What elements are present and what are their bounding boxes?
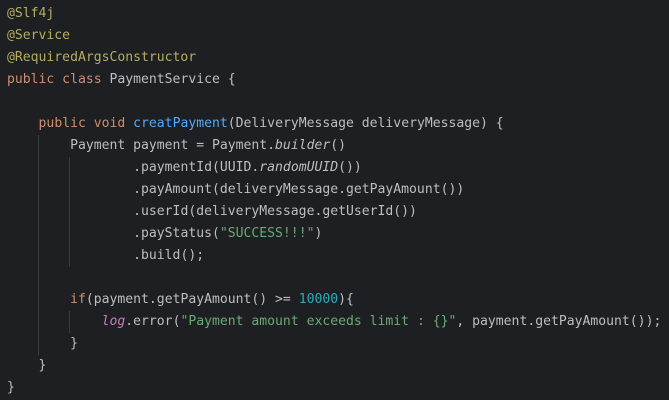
keyword-public-class: public class xyxy=(7,72,102,87)
brace-close-if: } xyxy=(70,336,78,351)
indent-guide xyxy=(69,245,70,267)
pay-status-call: .payStatus( xyxy=(133,226,220,241)
code-line-11: .payStatus("SUCCESS!!!") xyxy=(0,223,669,245)
indent-guide xyxy=(38,157,39,179)
code-line-12: .build(); xyxy=(0,245,669,267)
annotation-slf4j: @Slf4j xyxy=(7,6,55,21)
method-name-creat-payment: creatPayment xyxy=(133,116,228,131)
code-line-18: } xyxy=(0,377,669,399)
class-declaration: PaymentService { xyxy=(101,72,236,87)
code-line-14: if(payment.getPayAmount() >= 10000){ xyxy=(0,289,669,311)
code-line-3: @RequiredArgsConstructor xyxy=(0,47,669,69)
build-call: .build(); xyxy=(133,248,205,263)
random-uuid-call: randomUUID xyxy=(259,160,339,175)
annotation-required-args-constructor: @RequiredArgsConstructor xyxy=(7,50,197,65)
string-success: "SUCCESS!!!" xyxy=(219,226,315,241)
indent-guide xyxy=(38,289,39,311)
code-line-13-blank xyxy=(0,267,669,289)
parens: () xyxy=(330,138,347,153)
user-id-call: .userId(deliveryMessage.getUserId()) xyxy=(133,204,417,219)
method-params: (DeliveryMessage deliveryMessage) { xyxy=(227,116,504,131)
indent-guide xyxy=(69,223,70,245)
code-line-8: .paymentId(UUID.randomUUID()) xyxy=(0,157,669,179)
log-field: log xyxy=(101,314,126,329)
indent-guide xyxy=(38,201,39,223)
indent-guide xyxy=(69,201,70,223)
parens: ()) xyxy=(338,160,362,175)
error-args: , payment.getPayAmount()); xyxy=(456,314,662,329)
payment-decl: Payment payment = Payment. xyxy=(70,138,276,153)
keyword-public-void: public void xyxy=(38,116,126,131)
indent-guide xyxy=(38,267,39,289)
code-line-5-blank xyxy=(0,91,669,113)
string-error-message: "Payment amount exceeds limit : {}" xyxy=(180,314,457,329)
number-limit: 10000 xyxy=(298,292,339,307)
code-line-6: public void creatPayment(DeliveryMessage… xyxy=(0,113,669,135)
keyword-if: if xyxy=(70,292,86,307)
indent-guide xyxy=(38,333,39,355)
if-close: ){ xyxy=(338,292,354,307)
paren: ) xyxy=(314,226,323,241)
code-editor[interactable]: @Slf4j @Service @RequiredArgsConstructor… xyxy=(0,0,669,400)
code-line-2: @Service xyxy=(0,25,669,47)
code-line-16: } xyxy=(0,333,669,355)
code-line-17: } xyxy=(0,355,669,377)
code-line-10: .userId(deliveryMessage.getUserId()) xyxy=(0,201,669,223)
payment-id-call: .paymentId(UUID. xyxy=(133,160,260,175)
indent-guide xyxy=(38,223,39,245)
indent-guide xyxy=(69,311,70,333)
indent-guide xyxy=(38,311,39,333)
indent-guide xyxy=(38,135,39,157)
brace-close-method: } xyxy=(38,358,47,373)
indent-guide xyxy=(38,179,39,201)
builder-call: builder xyxy=(275,138,331,153)
code-line-1: @Slf4j xyxy=(0,3,669,25)
code-line-4: public class PaymentService { xyxy=(0,69,669,91)
indent-guide xyxy=(69,179,70,201)
error-call: .error( xyxy=(125,314,181,329)
pay-amount-call: .payAmount(deliveryMessage.getPayAmount(… xyxy=(133,182,465,197)
code-line-7: Payment payment = Payment.builder() xyxy=(0,135,669,157)
if-condition: (payment.getPayAmount() >= xyxy=(85,292,299,307)
indent-guide xyxy=(38,245,39,267)
indent-guide xyxy=(69,157,70,179)
annotation-service: @Service xyxy=(7,28,71,43)
brace-close-class: } xyxy=(7,380,15,395)
code-line-9: .payAmount(deliveryMessage.getPayAmount(… xyxy=(0,179,669,201)
code-line-15: log.error("Payment amount exceeds limit … xyxy=(0,311,669,333)
